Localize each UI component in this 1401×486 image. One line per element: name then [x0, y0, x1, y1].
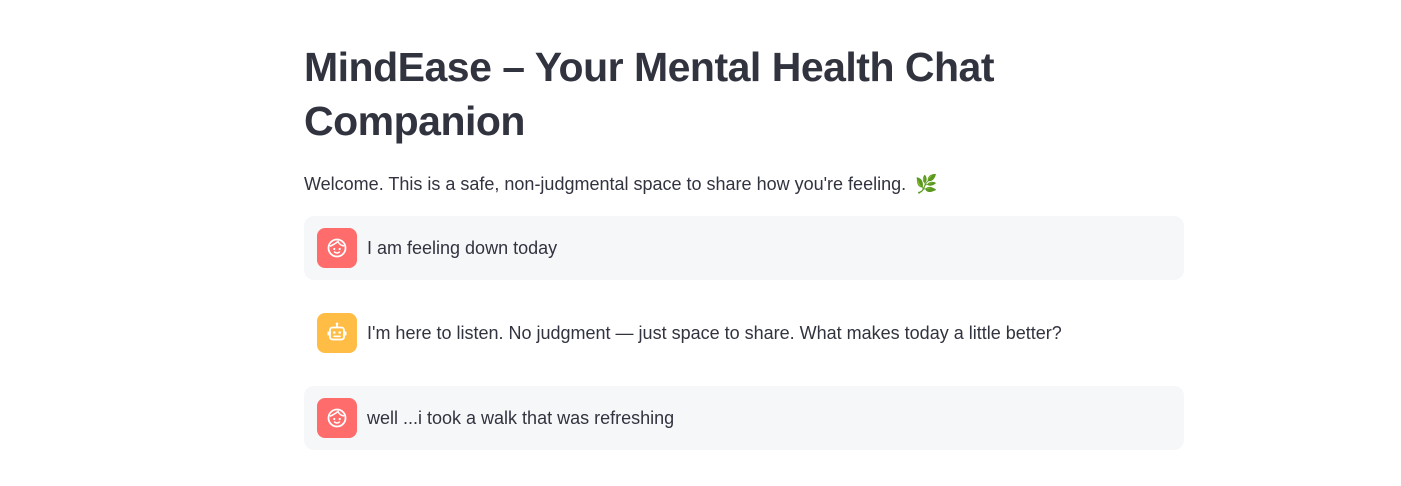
robot-icon [327, 322, 347, 341]
chat-message-assistant: I'm here to listen. No judgment — just s… [304, 301, 1184, 365]
main-content: MindEase – Your Mental Health Chat Compa… [304, 0, 1184, 471]
welcome-text: Welcome. This is a safe, non-judgmental … [304, 170, 1184, 198]
message-text: I am feeling down today [367, 238, 558, 258]
chat-list: I am feeling down today I'm here to list… [304, 216, 1184, 450]
user-avatar [317, 398, 357, 438]
user-face-icon [327, 238, 347, 258]
user-face-icon [327, 408, 347, 428]
welcome-message: Welcome. This is a safe, non-judgmental … [304, 174, 907, 194]
chat-message-user: I am feeling down today [304, 216, 1184, 280]
message-text: I'm here to listen. No judgment — just s… [367, 323, 1062, 343]
assistant-avatar [317, 313, 357, 353]
user-avatar [317, 228, 357, 268]
page-title: MindEase – Your Mental Health Chat Compa… [304, 44, 995, 144]
message-text: well ...i took a walk that was refreshin… [367, 408, 675, 428]
sprout-emoji: 🌿 [915, 174, 938, 194]
chat-message-user: well ...i took a walk that was refreshin… [304, 386, 1184, 450]
